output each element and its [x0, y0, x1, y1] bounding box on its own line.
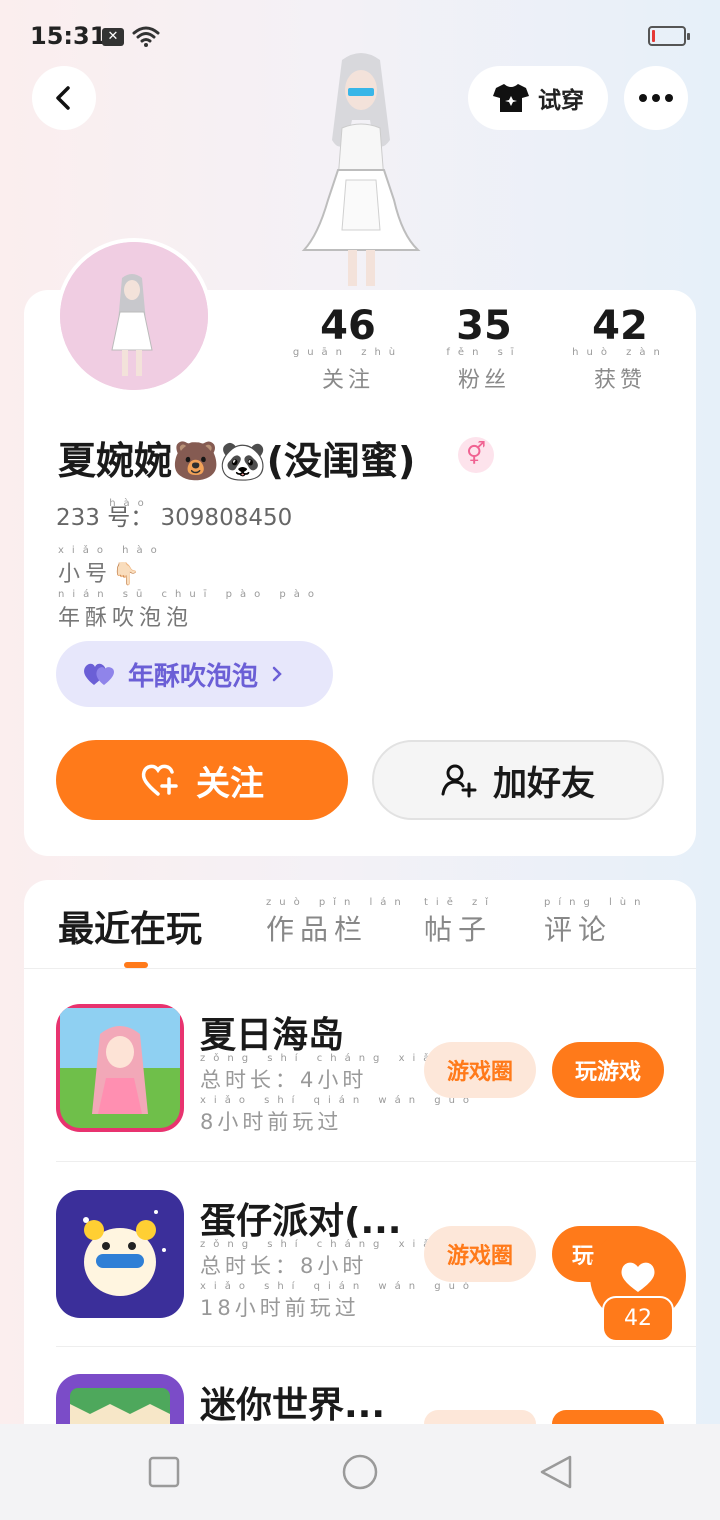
tabs-divider [24, 968, 696, 969]
tab-posts-label: 帖子 [424, 913, 493, 946]
game-duration: 总时长：8小时 [200, 1254, 368, 1278]
try-on-button[interactable]: 试穿 [468, 66, 608, 130]
like-count-badge: 42 [602, 1296, 674, 1342]
game-last-played: 8小时前玩过 [200, 1110, 343, 1134]
x-badge-icon: ✕ [102, 28, 124, 46]
game-name[interactable]: 蛋仔派对(... [200, 1192, 401, 1244]
more-button[interactable] [624, 66, 688, 130]
tshirt-icon [493, 84, 529, 112]
heart-icon [621, 1262, 655, 1292]
more-dots-icon [639, 94, 673, 102]
tab-works-label: 作品栏 [266, 913, 369, 946]
followers-pinyin: fěn sī [446, 347, 522, 358]
egg-party-art-icon [56, 1190, 184, 1318]
following-label: 关注 [321, 368, 374, 393]
avatar[interactable] [56, 238, 212, 394]
alt-account-pinyin: xiǎo hào [58, 545, 165, 556]
likes-label: 获赞 [593, 368, 646, 393]
game-circle-button[interactable]: 游戏圈 [424, 1042, 536, 1098]
bubble-tag-button[interactable]: 年酥吹泡泡 [56, 641, 333, 707]
heart-plus-icon [141, 764, 178, 796]
tab-recently-played[interactable]: 最近在玩 [58, 900, 202, 952]
id-value: 309808450 [160, 505, 293, 531]
row-divider [56, 1161, 696, 1162]
user-id-line[interactable]: 233 hào 号： 309808450 [56, 498, 292, 532]
back-nav-icon[interactable] [538, 1454, 574, 1490]
row-divider [56, 1346, 696, 1347]
add-friend-button[interactable]: 加好友 [372, 740, 664, 820]
gender-icon: ⚥ [458, 437, 494, 473]
stat-followers[interactable]: 35 fěn sī 粉丝 [424, 304, 544, 394]
alt-account-name-line: nián sū chuī pào pào 年酥吹泡泡 [58, 590, 322, 632]
bubble-tag-label: 年酥吹泡泡 [128, 661, 259, 692]
chevron-right-icon [272, 666, 282, 682]
home-icon[interactable] [341, 1453, 379, 1491]
game-circle-button[interactable] [424, 1410, 536, 1424]
tab-posts-pinyin: tiě zǐ [424, 897, 497, 908]
alt-account-name-pinyin: nián sū chuī pào pào [58, 589, 322, 600]
game-last-played-line: xiǎo shí qián wán guò 18小时前玩过 [200, 1282, 477, 1322]
add-user-icon [441, 764, 477, 798]
stat-following[interactable]: 46 guān zhù 关注 [288, 304, 408, 394]
followers-label: 粉丝 [457, 368, 510, 393]
stat-likes[interactable]: 42 huò zàn 获赞 [560, 304, 680, 394]
follow-label: 关注 [196, 763, 264, 804]
battery-icon [648, 26, 690, 46]
alt-account-text: 小号👇🏻 [58, 562, 145, 587]
following-pinyin: guān zhù [292, 347, 404, 358]
recent-apps-icon[interactable] [148, 1456, 180, 1488]
mini-world-art-icon [56, 1374, 184, 1424]
following-count: 46 [320, 303, 376, 349]
summer-island-art-icon [56, 1004, 184, 1132]
nickname: 夏婉婉🐻🐼(没闺蜜) [58, 439, 416, 483]
game-last-played-pinyin: xiǎo shí qián wán guò [200, 1095, 478, 1106]
game-icon-mini-world[interactable] [56, 1374, 184, 1424]
tab-comments-label: 评论 [544, 913, 613, 946]
play-game-button[interactable]: 玩游戏 [552, 1042, 664, 1098]
play-game-button[interactable] [552, 1410, 664, 1424]
tab-comments-pinyin: píng lùn [544, 897, 649, 908]
double-heart-icon [84, 663, 114, 685]
id-prefix: 233 [56, 505, 100, 531]
game-icon-summer-island[interactable] [56, 1004, 184, 1132]
game-duration: 总时长：4小时 [200, 1068, 368, 1092]
follow-button[interactable]: 关注 [56, 740, 348, 820]
game-name[interactable]: 夏日海岛 [200, 1006, 344, 1058]
alt-account-line: xiǎo hào 小号👇🏻 [58, 546, 165, 588]
back-button[interactable] [32, 66, 96, 130]
game-last-played: 18小时前玩过 [200, 1296, 360, 1320]
avatar-character-icon [60, 242, 208, 390]
followers-count: 35 [456, 303, 512, 349]
game-name[interactable]: 迷你世界... [200, 1376, 385, 1428]
game-circle-button[interactable]: 游戏圈 [424, 1226, 536, 1282]
tab-comments[interactable]: píng lùn 评论 [544, 898, 648, 948]
wifi-icon [132, 26, 160, 47]
chevron-left-icon [56, 86, 70, 110]
tab-works[interactable]: zuò pǐn lán 作品栏 [266, 898, 409, 948]
status-time: 15:31 [30, 22, 107, 50]
game-last-played-pinyin: xiǎo shí qián wán guò [200, 1281, 478, 1292]
add-friend-label: 加好友 [493, 763, 595, 804]
try-on-label: 试穿 [538, 88, 584, 114]
avatar-character-figure[interactable] [286, 50, 436, 290]
alt-account-name: 年酥吹泡泡 [58, 606, 194, 631]
tab-works-pinyin: zuò pǐn lán [266, 897, 409, 908]
tab-posts[interactable]: tiě zǐ 帖子 [424, 898, 496, 948]
game-icon-egg-party[interactable] [56, 1190, 184, 1318]
id-prefix-pinyin: hào [109, 498, 152, 509]
likes-pinyin: huò zàn [572, 347, 668, 358]
likes-count: 42 [592, 303, 648, 349]
game-last-played-line: xiǎo shí qián wán guò 8小时前玩过 [200, 1096, 477, 1136]
